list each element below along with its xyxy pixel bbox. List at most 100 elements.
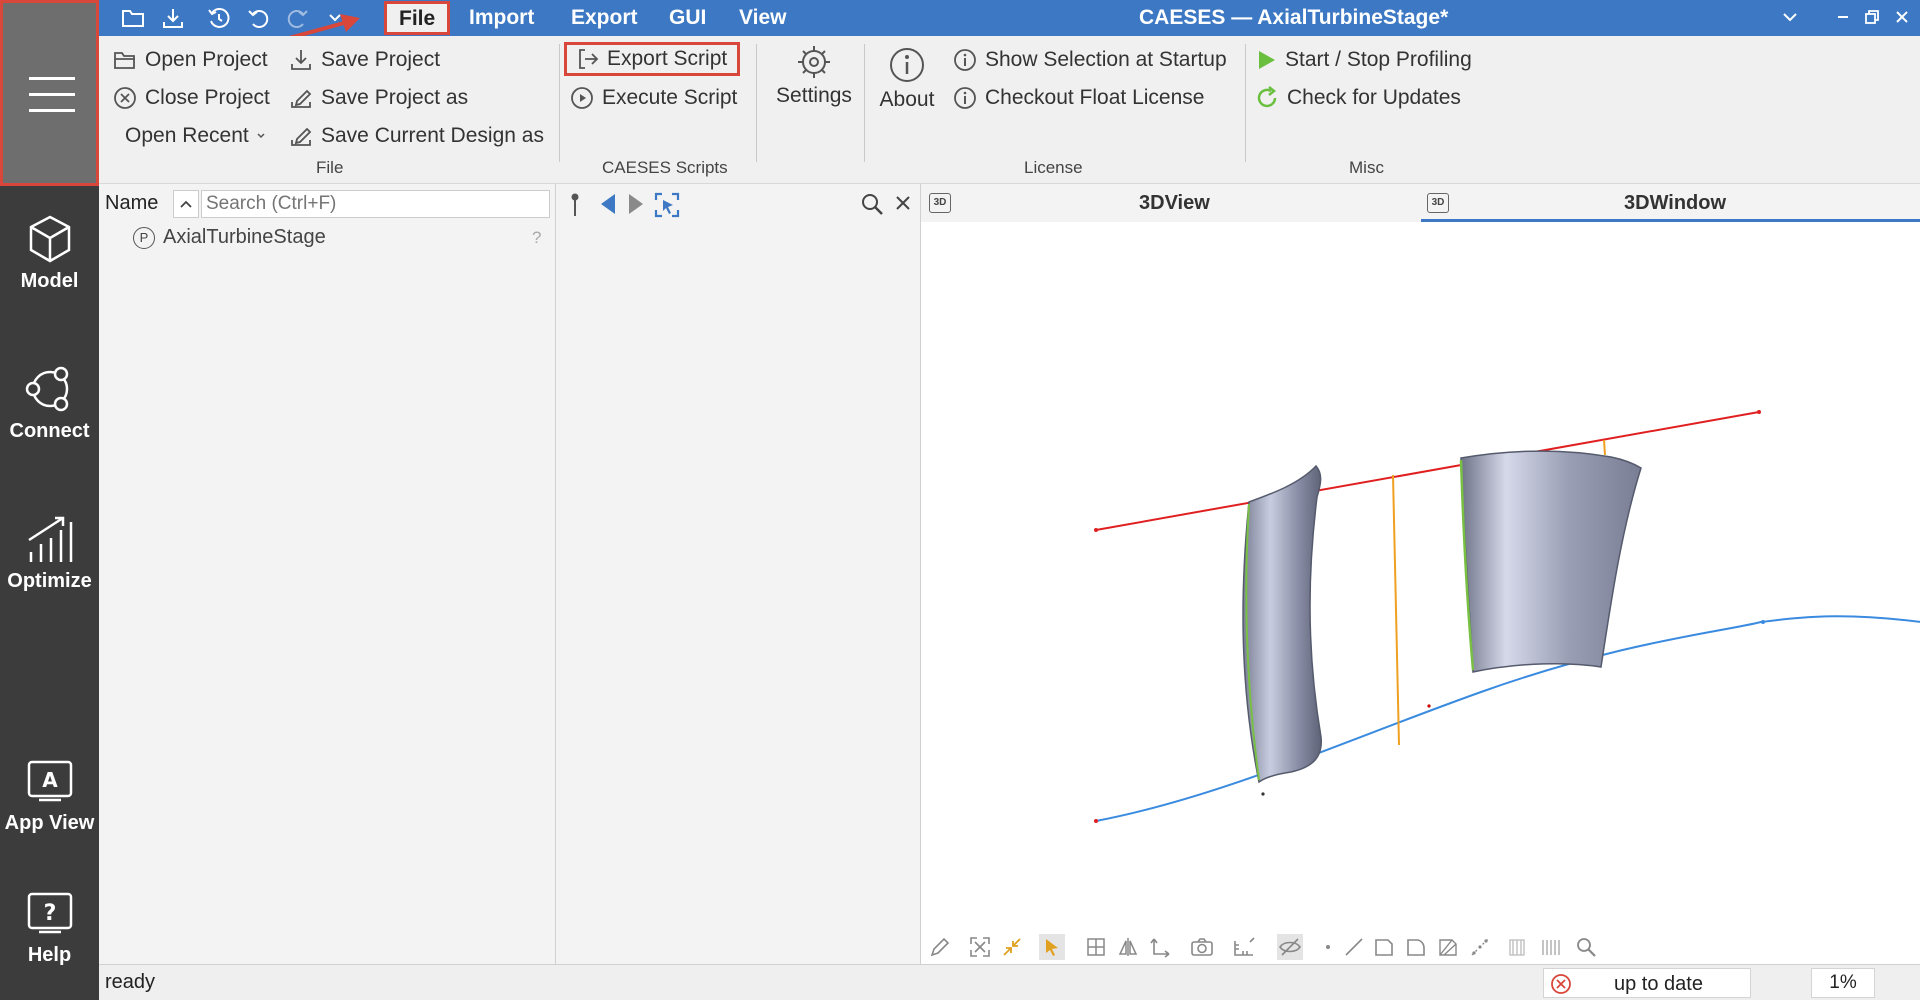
lines-icon[interactable] (1537, 934, 1563, 960)
hide-icon[interactable] (1277, 934, 1303, 960)
hatch-icon[interactable] (1505, 934, 1531, 960)
connect-icon (25, 366, 68, 412)
group-label-misc: Misc (1349, 158, 1384, 177)
svg-text:A: A (42, 768, 58, 792)
menu-tab-gui[interactable]: GUI (669, 0, 706, 36)
grid-icon[interactable] (1083, 934, 1109, 960)
select-cursor-icon[interactable] (1039, 934, 1065, 960)
search-icon[interactable] (860, 192, 884, 221)
ribbon-collapse-chevron-icon[interactable] (1782, 0, 1798, 36)
sidebar-item-label: Model (20, 270, 79, 292)
minimize-icon[interactable] (1836, 0, 1850, 36)
sidebar-item-connect[interactable]: Connect (0, 364, 99, 443)
info-icon (954, 49, 976, 71)
error-circle-icon (1551, 974, 1571, 994)
start-stop-profiling-button[interactable]: Start / Stop Profiling (1255, 48, 1472, 72)
refresh-icon (1257, 86, 1277, 108)
checkout-float-license-button[interactable]: Checkout Float License (953, 86, 1204, 110)
tab-3dwindow[interactable]: 3DWindow (1624, 184, 1726, 222)
sidebar-item-help[interactable]: ? Help (0, 888, 99, 967)
show-selection-startup-button[interactable]: Show Selection at Startup (953, 48, 1227, 72)
update-status-box[interactable]: up to date (1543, 968, 1751, 998)
info-icon (890, 48, 924, 82)
status-bar: ready up to date 1% (99, 964, 1920, 1000)
menu-tab-view[interactable]: View (739, 0, 786, 36)
point-icon[interactable] (1315, 934, 1341, 960)
sidebar-item-optimize[interactable]: Optimize (0, 514, 99, 593)
sidebar-item-model[interactable]: Model (0, 214, 99, 293)
menu-tab-file[interactable]: File (384, 1, 451, 35)
surface-icon[interactable] (1371, 934, 1397, 960)
save-as-icon (291, 127, 312, 146)
group-label-caeses-scripts: CAESES Scripts (602, 158, 728, 177)
menu-tab-export[interactable]: Export (571, 0, 638, 36)
window-title: CAESES — AxialTurbineStage* (1139, 6, 1449, 29)
curve-points-icon[interactable] (1467, 934, 1493, 960)
about-button[interactable]: About (872, 46, 942, 112)
chevron-down-icon (257, 133, 265, 139)
sidebar-item-app-view[interactable]: A App View (0, 756, 99, 835)
close-project-button[interactable]: Close Project (113, 86, 270, 110)
save-project-button[interactable]: Save Project (289, 48, 440, 72)
line-icon[interactable] (1341, 934, 1367, 960)
save-download-icon[interactable] (159, 4, 187, 32)
open-recent-dropdown[interactable]: Open Recent (125, 124, 275, 148)
left-sidebar: Model Connect Optimize A App View ? Help (0, 0, 99, 1000)
open-folder-icon (114, 52, 135, 69)
group-label-license: License (1024, 158, 1083, 177)
chevron-down-icon[interactable] (321, 4, 349, 32)
group-label-file: File (316, 158, 344, 177)
ribbon: Open Project Close Project Open Recent S… (99, 36, 1920, 184)
settings-button[interactable]: Settings (771, 44, 857, 108)
undo-icon[interactable] (245, 4, 273, 32)
save-project-as-button[interactable]: Save Project as (289, 86, 468, 110)
check-updates-button[interactable]: Check for Updates (1255, 86, 1461, 110)
pin-icon[interactable] (568, 192, 582, 223)
close-icon[interactable] (894, 194, 912, 217)
zoom-selection-icon[interactable] (999, 934, 1025, 960)
redo-icon[interactable] (283, 4, 311, 32)
3d-window-icon: 3D (1427, 193, 1449, 213)
symmetry-icon[interactable] (1115, 934, 1141, 960)
sort-toggle-button[interactable] (173, 190, 199, 218)
menu-tab-import[interactable]: Import (469, 0, 534, 36)
close-icon[interactable] (1895, 0, 1909, 36)
name-column-header: Name (105, 192, 159, 214)
object-tree-panel: Name P AxialTurbineStage ? (99, 184, 556, 964)
open-project-button[interactable]: Open Project (113, 48, 268, 72)
history-icon[interactable] (205, 4, 233, 32)
search-input[interactable] (201, 190, 550, 218)
zoom-level: 1% (1811, 968, 1875, 998)
select-in-view-icon[interactable] (654, 192, 680, 223)
restore-icon[interactable] (1865, 0, 1879, 36)
back-arrow-icon[interactable] (598, 192, 618, 221)
group-separator (864, 44, 865, 162)
selection-panel (556, 184, 921, 964)
status-text: ready (105, 971, 156, 993)
3d-viewport[interactable] (921, 222, 1920, 938)
open-folder-icon[interactable] (119, 4, 147, 32)
tab-3dview[interactable]: 3DView (1139, 184, 1210, 222)
svg-text:?: ? (43, 901, 56, 926)
gear-icon (798, 46, 830, 78)
save-current-design-as-button[interactable]: Save Current Design as (289, 124, 544, 148)
curved-surface-icon[interactable] (1403, 934, 1429, 960)
pencil-icon[interactable] (927, 934, 953, 960)
tree-item[interactable]: P AxialTurbineStage (133, 226, 326, 249)
hamburger-menu-button[interactable] (0, 0, 99, 186)
forward-arrow-icon[interactable] (626, 192, 646, 221)
camera-icon[interactable] (1189, 934, 1215, 960)
sidebar-item-label: App View (4, 812, 95, 834)
hamburger-icon (29, 77, 75, 125)
execute-script-button[interactable]: Execute Script (570, 86, 737, 110)
view-tabs: 3D 3DView 3D 3DWindow (921, 184, 1920, 222)
search-icon[interactable] (1573, 934, 1599, 960)
axes-icon[interactable] (1147, 934, 1173, 960)
brep-icon[interactable] (1435, 934, 1461, 960)
info-icon (954, 87, 976, 109)
fit-view-icon[interactable] (967, 934, 993, 960)
measure-icon[interactable] (1231, 934, 1257, 960)
group-separator (559, 44, 560, 162)
export-script-button[interactable]: Export Script (564, 42, 741, 76)
sidebar-item-label: Optimize (7, 570, 92, 592)
